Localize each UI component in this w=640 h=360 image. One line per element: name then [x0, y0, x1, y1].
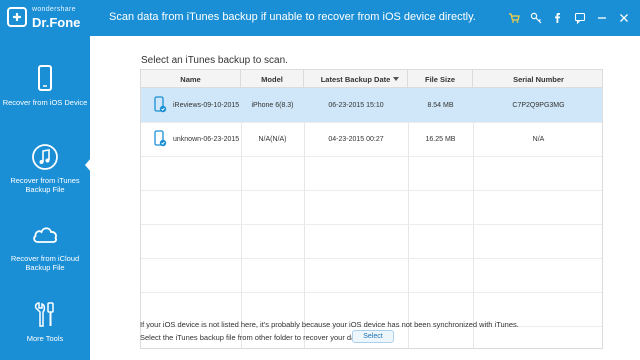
feedback-icon[interactable] — [572, 10, 588, 26]
sidebar-item-label: More Tools — [26, 334, 64, 343]
row-divider — [141, 190, 602, 191]
cart-icon[interactable] — [506, 10, 522, 26]
cell-name: unknown-06-23-2015 ... — [173, 135, 241, 143]
row-divider — [141, 258, 602, 259]
backup-table: Name Model Latest Backup Date File Size … — [140, 69, 603, 349]
table-row[interactable]: unknown-06-23-2015 ... N/A(N/A) 04-23-20… — [141, 122, 602, 156]
title-bar: wondershare Dr.Fone Scan data from iTune… — [0, 0, 640, 36]
column-header-size[interactable]: File Size — [408, 70, 473, 88]
cell-date: 04-23-2015 00:27 — [328, 135, 384, 143]
other-folder-note: Select the iTunes backup file from other… — [140, 333, 364, 342]
sidebar-item-icloud-backup[interactable]: Recover from iCloud Backup File — [0, 200, 90, 278]
drfone-logo-icon — [7, 7, 27, 27]
table-row[interactable]: iReviews-09-10-2015 ... iPhone 6(8.3) 06… — [141, 88, 602, 122]
column-header-serial[interactable]: Serial Number — [473, 70, 602, 88]
cell-size: 16.25 MB — [425, 135, 456, 143]
sidebar-item-itunes-backup[interactable]: Recover from iTunes Backup File — [0, 122, 91, 200]
cell-name: iReviews-09-10-2015 ... — [173, 101, 241, 109]
row-divider — [141, 224, 602, 225]
sidebar-item-more-tools[interactable]: More Tools — [0, 280, 90, 358]
key-icon[interactable] — [528, 10, 544, 26]
column-header-model[interactable]: Model — [241, 70, 304, 88]
cell-serial: N/A — [532, 135, 545, 143]
brand-small: wondershare — [32, 6, 76, 13]
cloud-icon — [33, 227, 57, 243]
brand-name: Dr.Fone — [32, 15, 81, 30]
app-logo: wondershare Dr.Fone — [6, 4, 92, 32]
row-divider — [141, 156, 602, 157]
cell-model: N/A(N/A) — [258, 135, 287, 143]
cell-serial: C7P2Q9PG3MG — [512, 101, 565, 109]
column-header-label: Latest Backup Date — [320, 74, 391, 84]
minimize-icon[interactable] — [594, 10, 610, 26]
main-panel: Select an iTunes backup to scan. Name Mo… — [90, 36, 640, 360]
close-icon[interactable] — [616, 10, 632, 26]
cell-size: 8.54 MB — [427, 101, 454, 109]
column-header-name[interactable]: Name — [141, 70, 241, 88]
sidebar-item-label: Recover from iCloud Backup File — [10, 254, 80, 272]
page-headline: Scan data from iTunes backup if unable t… — [109, 11, 476, 23]
tools-icon — [34, 302, 54, 327]
music-note-icon — [32, 144, 58, 170]
instruction-text: Select an iTunes backup to scan. — [141, 55, 288, 66]
table-header: Name Model Latest Backup Date File Size … — [141, 70, 602, 88]
row-divider — [141, 292, 602, 293]
sidebar: Recover from iOS Device Recover from iTu… — [0, 36, 91, 360]
facebook-icon[interactable] — [550, 10, 566, 26]
cell-date: 06-23-2015 15:10 — [328, 101, 384, 109]
cell-model: iPhone 6(8.3) — [251, 101, 294, 109]
title-bar-actions — [506, 10, 632, 26]
sidebar-item-label: Recover from iTunes Backup File — [10, 176, 80, 194]
column-header-date[interactable]: Latest Backup Date — [304, 70, 408, 88]
phone-icon — [38, 65, 52, 91]
not-listed-note: If your iOS device is not listed here, i… — [140, 320, 519, 329]
sidebar-item-ios-device[interactable]: Recover from iOS Device — [0, 44, 90, 122]
sort-descending-icon — [393, 77, 399, 81]
select-folder-button[interactable]: Select — [352, 330, 394, 343]
sidebar-item-label: Recover from iOS Device — [2, 98, 88, 107]
